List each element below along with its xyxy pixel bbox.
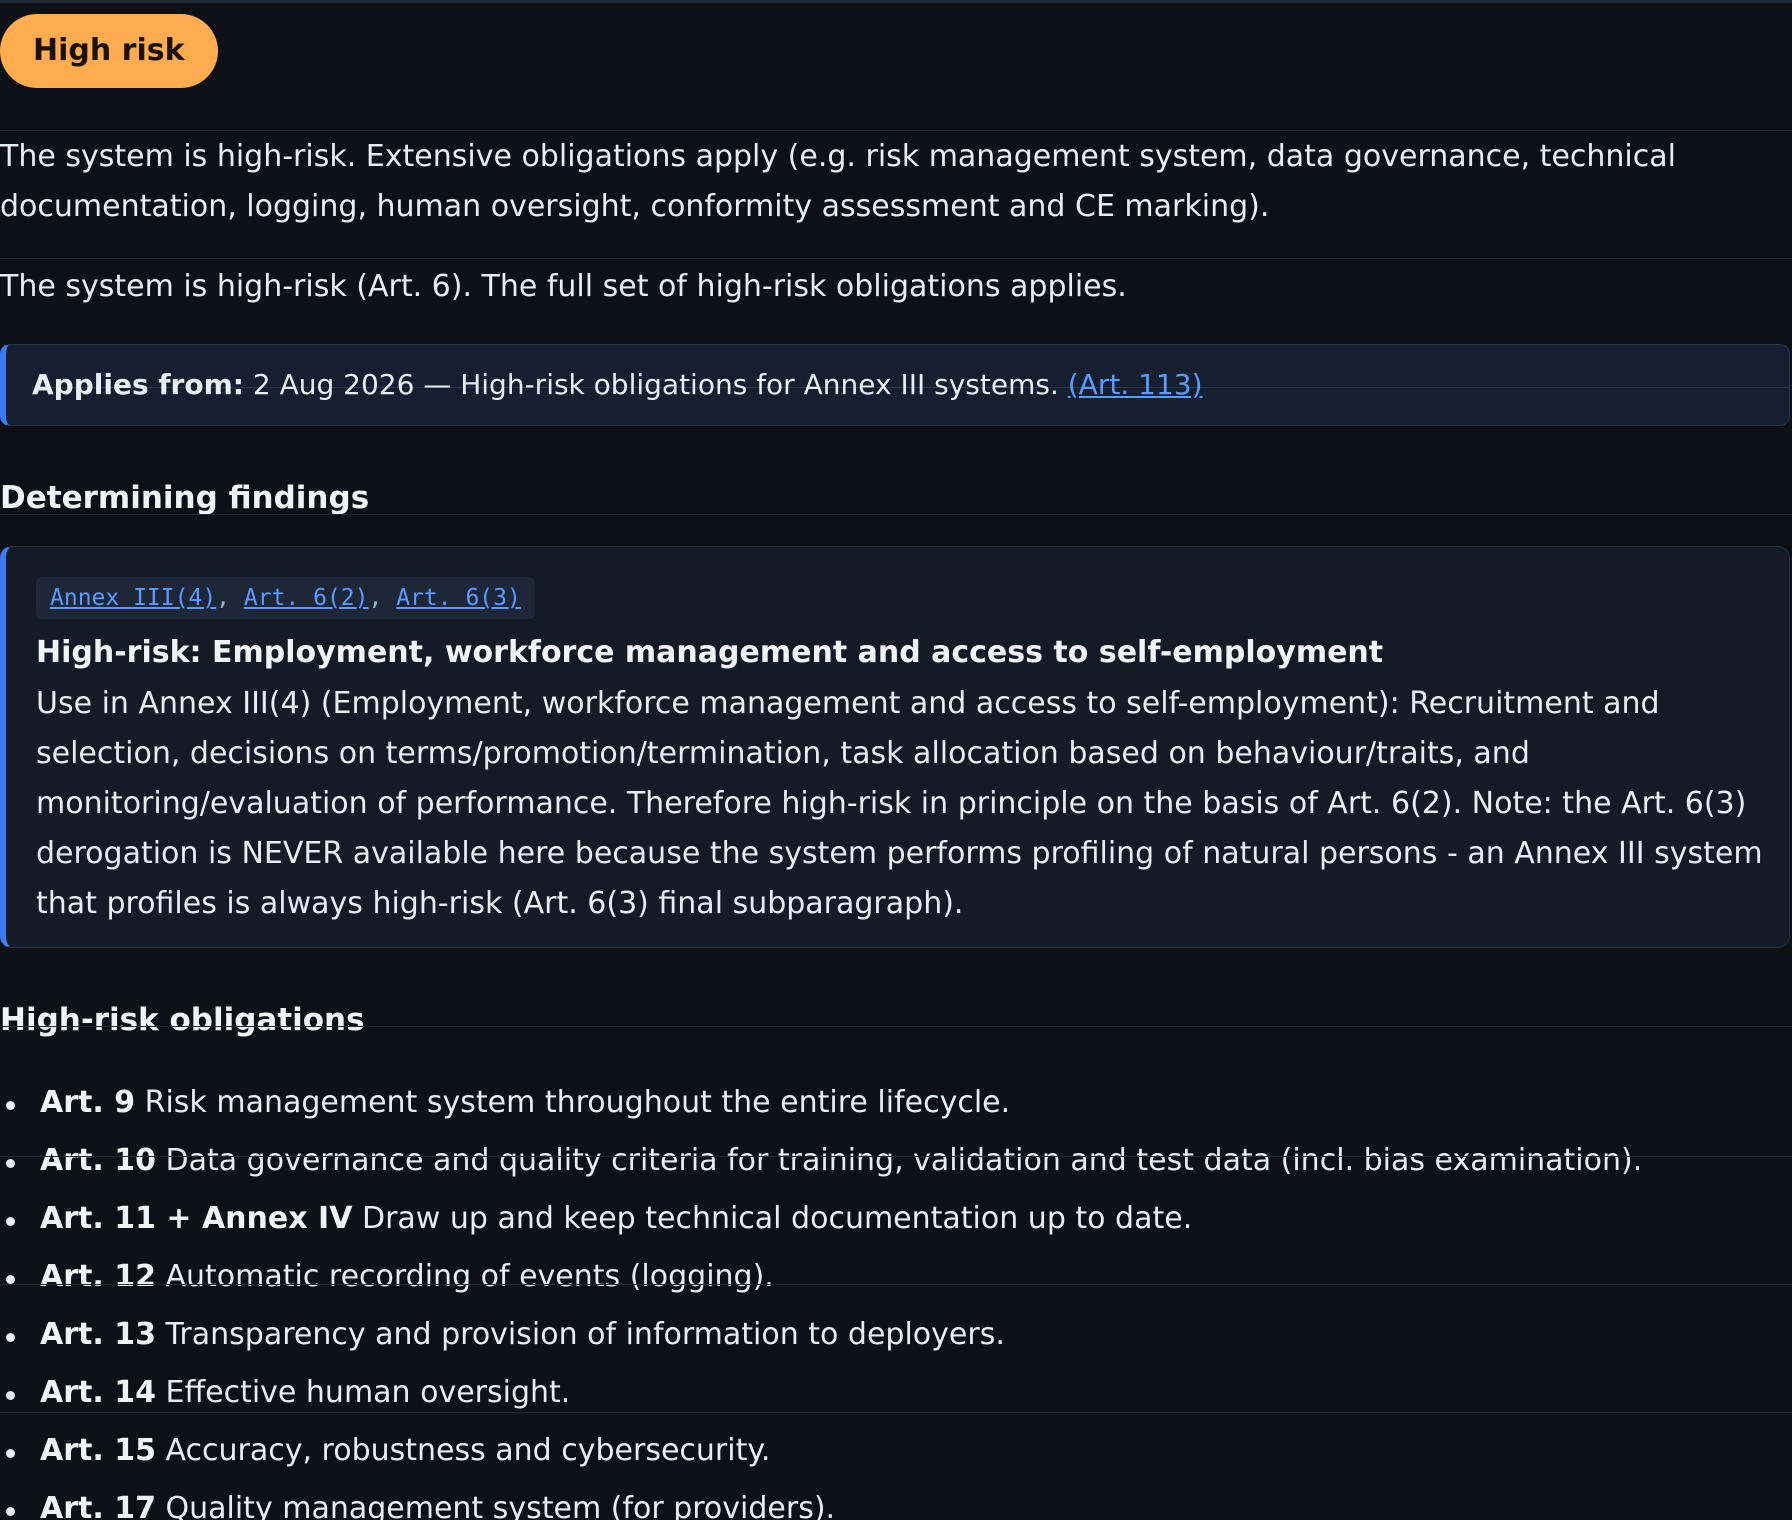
- divider: [0, 1412, 1792, 1413]
- summary-text: The system is high-risk. Extensive oblig…: [0, 139, 1676, 224]
- obligation-text: Effective human oversight.: [165, 1375, 571, 1410]
- obligation-item: Art. 12 Automatic recording of events (l…: [0, 1252, 1780, 1310]
- divider: [0, 130, 1792, 131]
- finding-card: Annex III(4), Art. 6(2), Art. 6(3) High-…: [0, 546, 1790, 948]
- obligation-item: Art. 10 Data governance and quality crit…: [0, 1136, 1780, 1194]
- summary-subtext: The system is high-risk (Art. 6). The fu…: [0, 269, 1127, 304]
- divider: [0, 258, 1792, 259]
- ref-link-art-6-2[interactable]: Art. 6(2): [244, 585, 369, 611]
- obligation-text: Quality management system (for providers…: [165, 1491, 836, 1520]
- page: High risk The system is high-risk. Exten…: [0, 0, 1792, 1520]
- applies-from-label: Applies from:: [32, 368, 244, 401]
- obligation-item: Art. 11 + Annex IV Draw up and keep tech…: [0, 1194, 1780, 1252]
- divider: [0, 1026, 1792, 1027]
- risk-level-badge: High risk: [0, 14, 218, 88]
- divider: [0, 1284, 1792, 1285]
- obligation-ref: Art. 10: [40, 1143, 156, 1178]
- finding-title: High-risk: Employment, workforce managem…: [36, 635, 1384, 670]
- obligation-text: Risk management system throughout the en…: [144, 1085, 1011, 1120]
- ref-link-annex-iii-4[interactable]: Annex III(4): [50, 585, 216, 611]
- art-113-link[interactable]: (Art. 113): [1068, 368, 1203, 401]
- obligation-text: Data governance and quality criteria for…: [165, 1143, 1643, 1178]
- top-divider: [0, 0, 1792, 3]
- ref-link-art-6-3[interactable]: Art. 6(3): [396, 585, 521, 611]
- obligation-ref: Art. 13: [40, 1317, 156, 1352]
- obligations-heading: High-risk obligations: [0, 1002, 365, 1038]
- obligation-ref: Art. 12: [40, 1259, 156, 1294]
- finding-refs: Annex III(4), Art. 6(2), Art. 6(3): [36, 577, 535, 619]
- obligation-ref: Art. 9: [40, 1085, 136, 1120]
- finding-body: Use in Annex III(4) (Employment, workfor…: [36, 686, 1763, 921]
- ref-separator: ,: [216, 585, 244, 611]
- obligation-ref: Art. 11 + Annex IV: [40, 1201, 353, 1236]
- obligation-item: Art. 17 Quality management system (for p…: [0, 1484, 1780, 1520]
- obligation-ref: Art. 14: [40, 1375, 156, 1410]
- ref-separator: ,: [368, 585, 397, 611]
- obligation-item: Art. 14 Effective human oversight.: [0, 1368, 1780, 1426]
- obligation-text: Automatic recording of events (logging).: [165, 1259, 774, 1294]
- obligation-item: Art. 9 Risk management system throughout…: [0, 1078, 1780, 1136]
- obligation-item: Art. 15 Accuracy, robustness and cyberse…: [0, 1426, 1780, 1484]
- divider: [0, 1156, 1792, 1157]
- obligations-list: Art. 9 Risk management system throughout…: [0, 1078, 1780, 1520]
- applies-from-text: Applies from: 2 Aug 2026 — High-risk obl…: [32, 345, 1203, 425]
- applies-from-callout: Applies from: 2 Aug 2026 — High-risk obl…: [0, 344, 1790, 426]
- obligation-ref: Art. 17: [40, 1491, 156, 1520]
- obligation-item: Art. 13 Transparency and provision of in…: [0, 1310, 1780, 1368]
- obligation-text: Accuracy, robustness and cybersecurity.: [165, 1433, 771, 1468]
- divider: [0, 514, 1792, 515]
- applies-from-date: 2 Aug 2026 — High-risk obligations for A…: [252, 368, 1059, 401]
- obligation-text: Transparency and provision of informatio…: [165, 1317, 1005, 1352]
- obligation-ref: Art. 15: [40, 1433, 156, 1468]
- obligation-text: Draw up and keep technical documentation…: [361, 1201, 1193, 1236]
